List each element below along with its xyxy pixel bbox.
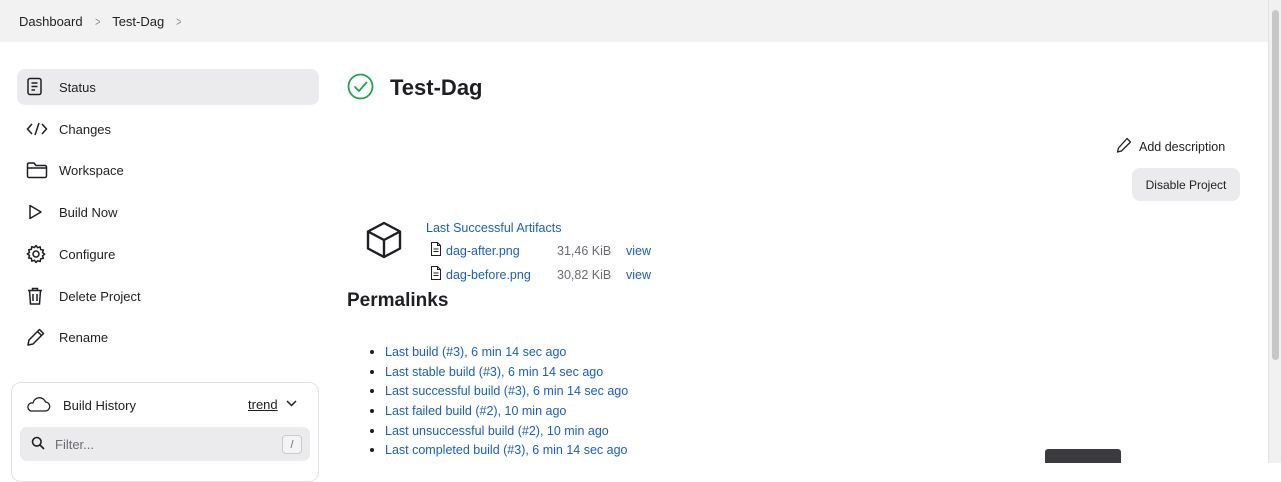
code-icon xyxy=(26,119,50,139)
breadcrumb: Dashboard > Test-Dag > xyxy=(0,0,1268,42)
bullet xyxy=(370,428,374,433)
disable-project-button[interactable]: Disable Project xyxy=(1132,168,1240,201)
artifact-file-size: 31,46 KiB xyxy=(557,243,612,258)
last-successful-artifacts-link[interactable]: Last Successful Artifacts xyxy=(426,221,561,235)
artifact-file-name: dag-after.png xyxy=(446,243,520,258)
artifact-file-name: dag-before.png xyxy=(446,267,531,282)
file-icon xyxy=(430,242,446,259)
sidebar-item-changes[interactable]: Changes xyxy=(17,111,319,147)
artifact-row: dag-before.png 30,82 KiB view xyxy=(430,266,651,283)
sidebar-item-label: Configure xyxy=(59,246,116,262)
search-icon xyxy=(31,436,45,453)
pencil-icon xyxy=(1116,137,1132,156)
bullet xyxy=(370,389,374,394)
page-title: Test-Dag xyxy=(390,75,483,100)
vertical-scrollbar[interactable] xyxy=(1268,0,1281,463)
permalink-last-stable-build[interactable]: Last stable build (#3), 6 min 14 sec ago xyxy=(385,365,603,379)
build-history-panel: Build History trend / xyxy=(11,382,319,482)
sidebar-item-label: Status xyxy=(59,79,96,95)
chevron-down-icon xyxy=(286,399,297,410)
sidebar-item-status[interactable]: Status xyxy=(17,69,319,105)
permalinks-heading: Permalinks xyxy=(347,290,449,311)
folder-icon xyxy=(26,160,50,180)
artifact-view-link[interactable]: view xyxy=(626,268,651,282)
add-description-label: Add description xyxy=(1139,139,1226,154)
list-item: Last build (#3), 6 min 14 sec ago xyxy=(368,342,628,362)
sidebar-item-delete-project[interactable]: Delete Project xyxy=(17,278,319,314)
bullet xyxy=(370,448,374,453)
breadcrumb-separator: > xyxy=(94,13,101,29)
artifact-file-link[interactable]: dag-before.png xyxy=(430,266,531,283)
sidebar-item-label: Rename xyxy=(59,329,109,345)
trend-dropdown[interactable]: trend xyxy=(248,397,297,412)
trash-icon xyxy=(26,286,50,306)
sidebar-item-label: Delete Project xyxy=(59,288,141,304)
breadcrumb-separator[interactable]: > xyxy=(176,14,181,29)
bullet xyxy=(370,349,374,354)
add-description-link[interactable]: Add description xyxy=(1116,137,1225,156)
build-history-title: Build History xyxy=(63,398,136,413)
build-filter[interactable]: / xyxy=(20,427,310,461)
trend-label: trend xyxy=(248,397,278,412)
permalink-last-unsuccessful-build[interactable]: Last unsuccessful build (#2), 10 min ago xyxy=(385,424,609,438)
filter-input[interactable] xyxy=(53,435,257,453)
artifact-file-size: 30,82 KiB xyxy=(557,267,612,282)
sidebar-item-build-now[interactable]: Build Now xyxy=(17,194,319,230)
sidebar-item-rename[interactable]: Rename xyxy=(17,319,319,355)
cloud-icon xyxy=(25,395,51,416)
scrollbar-thumb[interactable] xyxy=(1272,10,1279,360)
floating-window-fragment xyxy=(1045,449,1121,463)
list-item: Last unsuccessful build (#2), 10 min ago xyxy=(368,421,628,441)
sidebar-item-label: Changes xyxy=(59,121,112,137)
permalink-last-successful-build[interactable]: Last successful build (#3), 6 min 14 sec… xyxy=(385,384,628,398)
sidebar-item-workspace[interactable]: Workspace xyxy=(17,152,319,188)
list-item: Last stable build (#3), 6 min 14 sec ago xyxy=(368,362,628,382)
permalink-last-failed-build[interactable]: Last failed build (#2), 10 min ago xyxy=(385,404,566,418)
artifact-row: dag-after.png 31,46 KiB view xyxy=(430,242,651,259)
permalink-last-completed-build[interactable]: Last completed build (#3), 6 min 14 sec … xyxy=(385,443,628,457)
success-status-icon xyxy=(347,73,374,103)
list-item: Last successful build (#3), 6 min 14 sec… xyxy=(368,381,628,401)
breadcrumb-test-dag[interactable]: Test-Dag xyxy=(112,14,164,29)
bullet xyxy=(370,408,374,413)
package-icon xyxy=(364,220,404,263)
breadcrumb-dashboard[interactable]: Dashboard xyxy=(19,14,83,29)
pencil-icon xyxy=(26,327,50,347)
shortcut-key-hint: / xyxy=(282,435,302,454)
list-item: Last completed build (#3), 6 min 14 sec … xyxy=(368,440,628,460)
play-icon xyxy=(26,202,50,222)
page-header: Test-Dag xyxy=(347,73,483,103)
bullet xyxy=(370,369,374,374)
file-icon xyxy=(430,266,446,283)
sidebar-item-configure[interactable]: Configure xyxy=(17,236,319,272)
artifact-file-link[interactable]: dag-after.png xyxy=(430,242,520,259)
sidebar-item-label: Workspace xyxy=(59,162,124,178)
build-history-header: Build History xyxy=(25,395,136,416)
sidebar-item-label: Build Now xyxy=(59,204,118,220)
artifact-view-link[interactable]: view xyxy=(626,244,651,258)
gear-icon xyxy=(26,244,50,264)
list-item: Last failed build (#2), 10 min ago xyxy=(368,401,628,421)
permalinks-list: Last build (#3), 6 min 14 sec ago Last s… xyxy=(368,342,628,460)
document-icon xyxy=(26,77,50,97)
permalink-last-build[interactable]: Last build (#3), 6 min 14 sec ago xyxy=(385,345,566,359)
